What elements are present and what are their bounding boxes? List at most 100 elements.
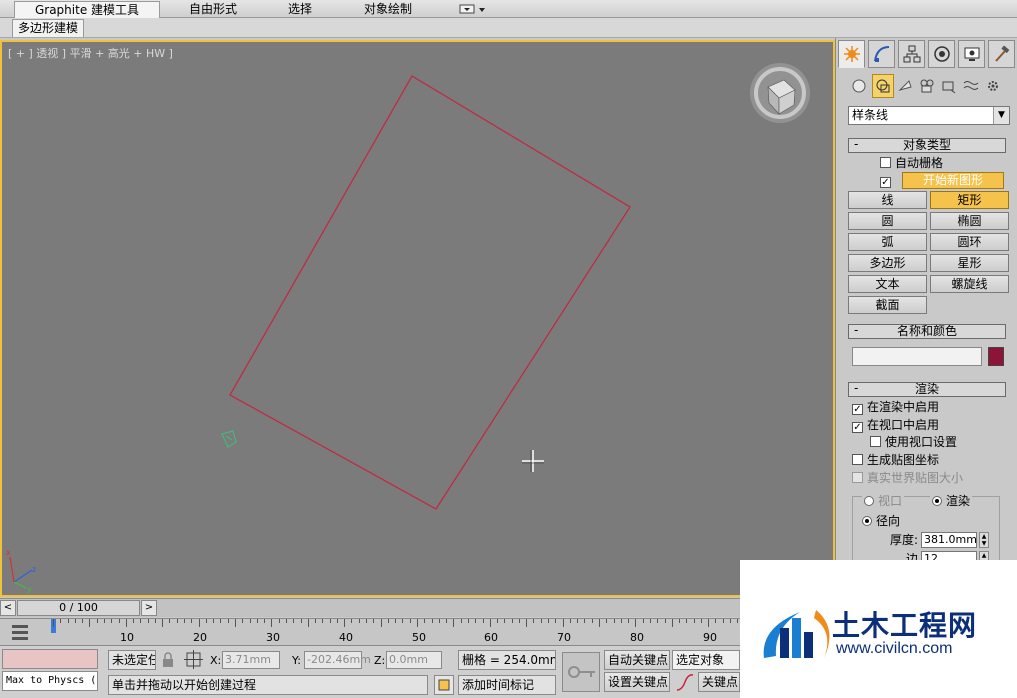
ngon-button[interactable]: 多边形: [848, 254, 927, 272]
tick-label: 60: [484, 631, 498, 644]
arc-button[interactable]: 弧: [848, 233, 927, 251]
geometry-category-button[interactable]: [848, 74, 870, 98]
x-coordinate-input[interactable]: 3.71mm: [222, 651, 280, 669]
rendering-rollout-header[interactable]: - 渲染: [848, 382, 1006, 397]
perspective-viewport[interactable]: [ + ] 透视 ] 平滑 + 高光 + HW ] x z y: [0, 40, 835, 597]
lights-category-button[interactable]: [894, 74, 916, 98]
rectangle-button[interactable]: 矩形: [930, 191, 1009, 209]
checkbox-unchecked-icon: [880, 157, 891, 168]
sides-input[interactable]: 12: [921, 551, 977, 560]
ellipse-button[interactable]: 椭圆: [930, 212, 1009, 230]
tick-label: 30: [266, 631, 280, 644]
real-world-map-size-label: 真实世界贴图大小: [867, 471, 964, 485]
ruler-tick: [700, 619, 702, 623]
ruler-tick: [293, 619, 295, 623]
z-coordinate-input[interactable]: 0.0mm: [386, 651, 442, 669]
ruler-tick: [555, 619, 557, 623]
prev-frame-button[interactable]: <: [0, 600, 16, 616]
tab-hierarchy[interactable]: [898, 40, 925, 68]
auto-key-button[interactable]: 自动关键点: [604, 650, 670, 670]
ruler-tick: [285, 619, 287, 623]
tab-modify[interactable]: [868, 40, 895, 68]
object-name-input[interactable]: [852, 347, 982, 366]
absolute-mode-button[interactable]: [184, 650, 204, 670]
star-button[interactable]: 星形: [930, 254, 1009, 272]
tab-selection[interactable]: 选择: [270, 1, 330, 18]
ruler-tick: [453, 619, 455, 627]
tab-freeform[interactable]: 自由形式: [170, 1, 256, 18]
line-button[interactable]: 线: [848, 191, 927, 209]
y-label: Y:: [292, 654, 301, 667]
maxscript-mini-listener-top[interactable]: [2, 649, 98, 669]
tab-polygon-modeling[interactable]: 多边形建模: [12, 19, 85, 37]
use-viewport-settings-checkbox[interactable]: 使用视口设置: [870, 434, 957, 450]
camera-icon: [920, 79, 934, 93]
key-filters-button[interactable]: 关键点: [698, 672, 740, 692]
ruler-tick: [205, 619, 207, 623]
ruler-tick: [242, 619, 244, 623]
name-color-rollout-header[interactable]: - 名称和颜色: [848, 324, 1006, 339]
tab-graphite-modeling[interactable]: Graphite 建模工具: [14, 1, 160, 18]
ruler-tick: [424, 619, 426, 623]
frame-slider[interactable]: 0 / 100: [17, 600, 140, 616]
tab-object-paint[interactable]: 对象绘制: [350, 1, 426, 18]
object-color-swatch[interactable]: [988, 347, 1004, 366]
radio-off-icon: [864, 496, 874, 506]
ruler-tick: [591, 619, 593, 623]
thickness-spinner[interactable]: ▲ ▼: [979, 532, 989, 548]
object-type-rollout-header[interactable]: - 对象类型: [848, 138, 1006, 153]
real-world-map-size-checkbox[interactable]: 真实世界贴图大小: [852, 470, 963, 486]
helpers-category-button[interactable]: [938, 74, 960, 98]
helix-button[interactable]: 螺旋线: [930, 275, 1009, 293]
create-category-icons: [838, 74, 1016, 98]
category-dropdown[interactable]: 样条线 ▼: [848, 106, 1010, 125]
generate-mapping-coords-checkbox[interactable]: 生成贴图坐标: [852, 452, 939, 468]
y-coordinate-input[interactable]: -202.46mm: [304, 651, 371, 669]
render-radio[interactable]: 渲染: [930, 493, 973, 509]
set-key-button[interactable]: 设置关键点: [604, 672, 670, 692]
donut-button[interactable]: 圆环: [930, 233, 1009, 251]
shapes-category-button[interactable]: [872, 74, 894, 98]
viewport-radio[interactable]: 视口: [862, 493, 905, 509]
start-new-shape-checkbox[interactable]: ✓: [880, 172, 895, 188]
ruler-tick: [409, 619, 411, 623]
enable-in-viewport-checkbox[interactable]: ✓ 在视口中启用: [852, 417, 939, 433]
ruler-tick: [154, 619, 156, 623]
auto-grid-checkbox[interactable]: 自动栅格: [880, 155, 943, 171]
time-tag-button[interactable]: [434, 675, 454, 695]
world-axis-icon: x z y: [6, 548, 36, 594]
selection-lock-button[interactable]: [160, 651, 176, 669]
radial-radio[interactable]: 径向: [862, 513, 900, 529]
track-bar-toggle-button[interactable]: [10, 622, 32, 642]
key-tangent-button[interactable]: [674, 672, 696, 694]
ruler-tick: [649, 619, 651, 623]
add-time-tag-button[interactable]: 添加时间标记: [458, 675, 556, 695]
spacewarps-category-button[interactable]: [960, 74, 982, 98]
tab-display[interactable]: [958, 40, 985, 68]
ruler-tick: [620, 619, 622, 623]
sides-spinner[interactable]: ▲▼: [979, 551, 989, 560]
tab-utilities[interactable]: [988, 40, 1015, 68]
tab-create[interactable]: [838, 40, 865, 68]
text-button[interactable]: 文本: [848, 275, 927, 293]
set-key-big-button[interactable]: [562, 652, 600, 692]
cameras-category-button[interactable]: [916, 74, 938, 98]
tab-motion[interactable]: [928, 40, 955, 68]
systems-category-button[interactable]: [982, 74, 1004, 98]
enable-in-renderer-checkbox[interactable]: ✓ 在渲染中启用: [852, 399, 939, 415]
thickness-input[interactable]: 381.0mm: [921, 532, 977, 548]
circle-button[interactable]: 圆: [848, 212, 927, 230]
ribbon-options-dropdown[interactable]: [459, 3, 487, 15]
start-new-shape-button[interactable]: 开始新图形: [902, 172, 1004, 189]
x-label: X:: [210, 654, 222, 667]
key-mode-dropdown[interactable]: 选定对象: [672, 650, 740, 670]
ruler-tick: [708, 619, 710, 627]
ruler-tick: [715, 619, 717, 623]
track-bar[interactable]: 10 20 30 40 50 60 70 80 90: [0, 618, 740, 645]
section-button[interactable]: 截面: [848, 296, 927, 314]
maxscript-mini-listener[interactable]: Max to Physcs (: [2, 671, 98, 691]
ruler-tick: [664, 619, 666, 623]
next-frame-button[interactable]: >: [141, 600, 157, 616]
ruler-tick: [686, 619, 688, 623]
light-icon: [898, 80, 912, 91]
